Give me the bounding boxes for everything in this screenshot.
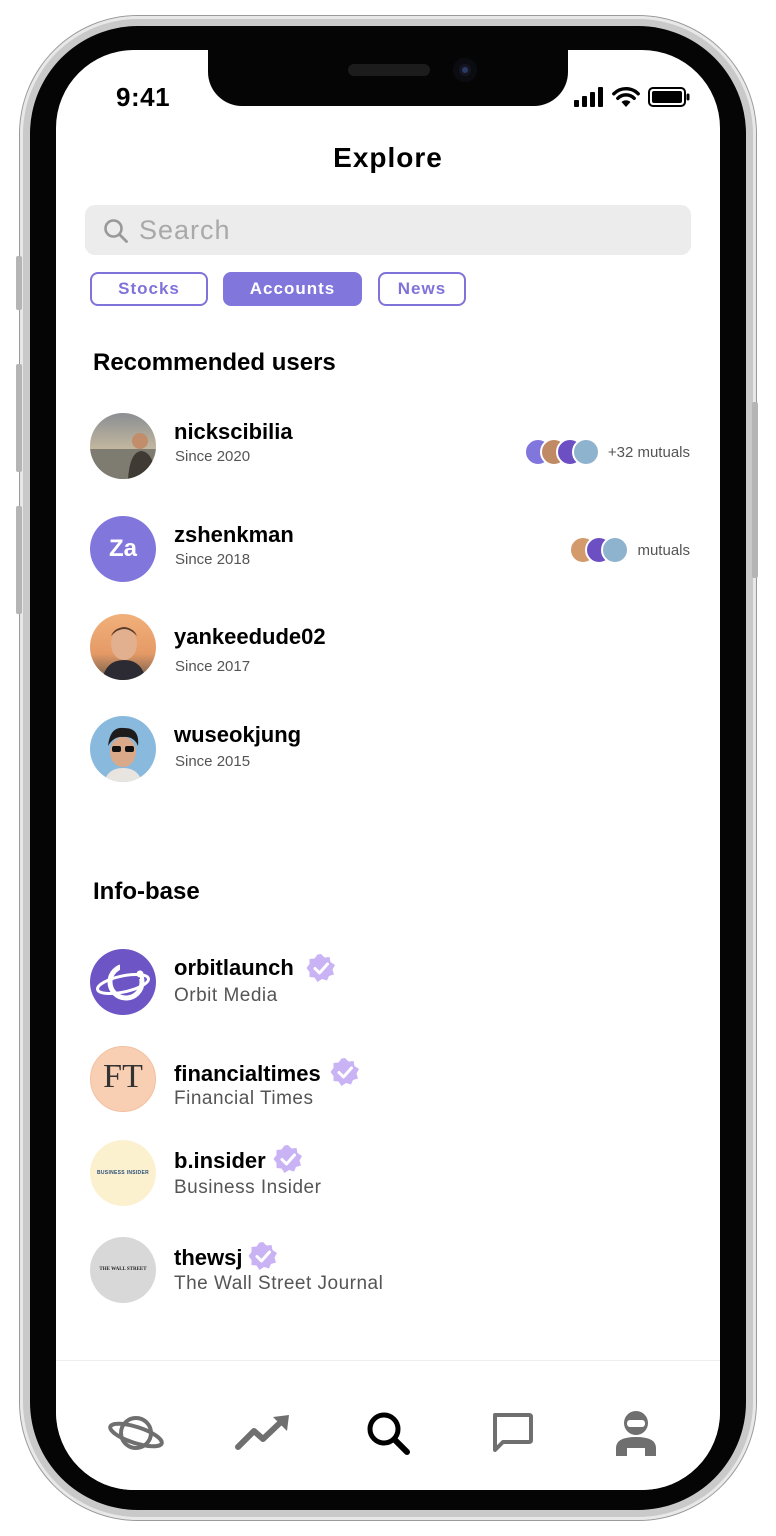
tab-news[interactable]: News xyxy=(378,272,466,306)
info-row-orbitlaunch[interactable]: orbitlaunch Orbit Media xyxy=(90,949,690,1019)
trending-icon xyxy=(235,1415,289,1450)
info-row-financialtimes[interactable]: FT financialtimes Financial Times xyxy=(90,1046,690,1116)
account-display-name: Financial Times xyxy=(174,1088,314,1109)
phone-power-button xyxy=(752,402,758,578)
orbit-logo xyxy=(90,949,156,1015)
username: financialtimes xyxy=(174,1061,321,1086)
tab-accounts[interactable]: Accounts xyxy=(223,272,362,306)
username: thewsj xyxy=(174,1245,243,1270)
username: orbitlaunch xyxy=(174,955,294,980)
account-display-name: Orbit Media xyxy=(174,985,278,1006)
speaker xyxy=(348,64,430,76)
phone-volume-down-button xyxy=(16,506,22,614)
mutual-avatar xyxy=(571,438,600,466)
search-icon xyxy=(104,219,128,243)
profile-icon xyxy=(616,1411,656,1456)
info-row-b-insider[interactable]: BUSINESS INSIDER b.insider Business Insi… xyxy=(90,1140,690,1210)
notch xyxy=(208,50,568,106)
nav-trending[interactable] xyxy=(232,1401,296,1465)
search-bar[interactable]: Search xyxy=(85,205,691,255)
user-row-nickscibilia[interactable]: nickscibilia Since 2020 +32 mutuals xyxy=(90,413,690,483)
member-since: Since 2017 xyxy=(175,658,251,675)
info-base-heading: Info-base xyxy=(93,878,200,905)
avatar xyxy=(90,413,156,479)
avatar: Za xyxy=(90,516,156,582)
planet-icon xyxy=(108,1416,164,1450)
mutual-avatar xyxy=(601,536,630,564)
member-since: Since 2015 xyxy=(175,753,251,770)
mutuals-label: mutuals xyxy=(637,541,690,559)
search-input[interactable]: Search xyxy=(139,215,231,246)
phone-mute-switch xyxy=(16,256,22,310)
info-row-thewsj[interactable]: THE WALL STREET JOURNAL thewsj The Wall … xyxy=(90,1237,690,1307)
wsj-logo: THE WALL STREET JOURNAL xyxy=(90,1237,156,1303)
username: b.insider xyxy=(174,1148,266,1173)
mutuals-count: +32 mutuals xyxy=(607,443,690,461)
ft-logo-text: FT xyxy=(103,1058,143,1095)
screen: 9:41 Explore Search Stocks Accounts News… xyxy=(56,50,720,1490)
mutuals[interactable]: mutuals xyxy=(569,536,690,564)
mutuals[interactable]: +32 mutuals xyxy=(523,438,690,466)
username: nickscibilia xyxy=(174,419,293,444)
verified-badge-icon xyxy=(248,1242,277,1270)
user-row-zshenkman[interactable]: Za zshenkman Since 2018 mutuals xyxy=(90,516,690,586)
battery-icon xyxy=(648,87,690,107)
signal-icon xyxy=(574,87,603,107)
nav-search[interactable] xyxy=(356,1401,420,1465)
wsj-logo-text: THE WALL STREET JOURNAL xyxy=(99,1267,147,1272)
avatar xyxy=(90,614,156,680)
chat-icon xyxy=(493,1413,533,1452)
business-insider-logo-text: BUSINESS INSIDER xyxy=(96,1170,150,1176)
search-icon xyxy=(367,1412,410,1455)
business-insider-logo: BUSINESS INSIDER xyxy=(90,1140,156,1206)
recommended-users-heading: Recommended users xyxy=(93,349,336,376)
verified-badge-icon xyxy=(330,1058,359,1086)
nav-profile[interactable] xyxy=(604,1401,668,1465)
username: wuseokjung xyxy=(174,722,302,747)
status-time: 9:41 xyxy=(116,82,171,112)
verified-badge-icon xyxy=(273,1145,302,1173)
account-display-name: The Wall Street Journal xyxy=(174,1273,384,1294)
username: zshenkman xyxy=(174,522,294,547)
user-row-yankeedude02[interactable]: yankeedude02 Since 2017 xyxy=(90,614,690,684)
tab-stocks[interactable]: Stocks xyxy=(90,272,208,306)
bottom-tab-bar xyxy=(56,1360,720,1490)
username: yankeedude02 xyxy=(174,624,326,649)
member-since: Since 2020 xyxy=(175,448,251,465)
nav-explore-planet[interactable] xyxy=(104,1401,168,1465)
avatar xyxy=(90,716,156,782)
account-display-name: Business Insider xyxy=(174,1177,322,1198)
nav-messages[interactable] xyxy=(480,1401,544,1465)
page-title: Explore xyxy=(333,142,443,173)
verified-badge-icon xyxy=(306,954,335,982)
user-row-wuseokjung[interactable]: wuseokjung Since 2015 xyxy=(90,716,690,786)
front-camera xyxy=(453,58,477,82)
phone-volume-up-button xyxy=(16,364,22,472)
wifi-icon xyxy=(612,86,640,107)
status-icons xyxy=(574,86,690,108)
member-since: Since 2018 xyxy=(175,551,251,568)
ft-logo: FT xyxy=(90,1046,156,1112)
